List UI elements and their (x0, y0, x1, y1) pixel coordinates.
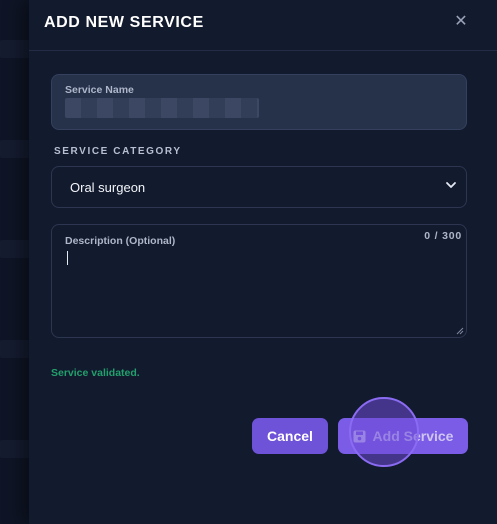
add-service-button[interactable]: Add Service (338, 418, 468, 454)
close-icon[interactable]: ✕ (453, 14, 469, 30)
validation-message: Service validated. (51, 367, 140, 379)
add-service-label: Add Service (372, 428, 454, 444)
service-name-label: Service Name (65, 84, 134, 96)
service-name-field[interactable]: Service Name (51, 74, 467, 130)
add-service-button-content: Add Service (338, 418, 468, 454)
service-category-value: Oral surgeon (70, 180, 146, 195)
add-service-modal: ADD NEW SERVICE ✕ Service Name SERVICE C… (29, 0, 497, 524)
description-field[interactable]: Description (Optional) 0 / 300 (51, 224, 467, 338)
modal-header: ADD NEW SERVICE ✕ (29, 0, 497, 51)
description-label: Description (Optional) (65, 235, 176, 247)
service-name-value (65, 98, 259, 118)
service-category-select[interactable]: Oral surgeon (51, 166, 467, 208)
background-row (0, 140, 30, 158)
resize-grip-icon[interactable] (456, 327, 464, 335)
modal-title: ADD NEW SERVICE (44, 14, 204, 31)
background-row (0, 240, 30, 258)
chevron-down-icon (446, 182, 456, 188)
description-char-counter: 0 / 300 (424, 230, 462, 242)
service-category-label: SERVICE CATEGORY (54, 146, 182, 157)
background-row (0, 40, 30, 58)
cancel-button[interactable]: Cancel (252, 418, 328, 454)
save-icon (353, 430, 366, 442)
background-row (0, 340, 30, 358)
text-caret (67, 251, 68, 265)
background-row (0, 440, 30, 458)
